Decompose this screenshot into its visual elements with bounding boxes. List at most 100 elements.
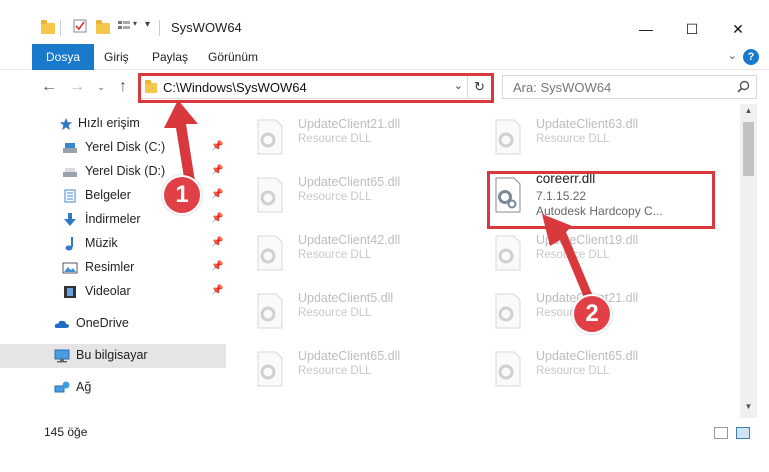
- tab-home[interactable]: Giriş: [90, 44, 143, 70]
- tab-view[interactable]: Görünüm: [194, 44, 272, 70]
- address-highlight-box: [138, 73, 494, 103]
- videos-icon: [64, 286, 76, 298]
- file-name: UpdateClient65.dll: [298, 175, 401, 189]
- dll-file-icon: [495, 351, 521, 387]
- tiles-view-icon[interactable]: [736, 427, 750, 439]
- file-item[interactable]: UpdateClient19.dll Resource DLL: [464, 226, 694, 276]
- sidebar-item-label: Belgeler: [85, 188, 131, 202]
- file-type: Resource DLL: [536, 365, 610, 377]
- pin-icon[interactable]: 📌: [211, 237, 223, 248]
- file-item[interactable]: UpdateClient65.dll Resource DLL: [464, 342, 694, 392]
- dll-file-icon: [495, 235, 521, 271]
- file-type: Resource DLL: [536, 249, 610, 261]
- search-icon[interactable]: [737, 80, 750, 93]
- sidebar-item-videos[interactable]: Videolar 📌: [0, 280, 226, 304]
- sidebar-item-label: Yerel Disk (D:): [85, 164, 166, 178]
- star-icon: [59, 117, 73, 131]
- tab-file[interactable]: Dosya: [32, 44, 95, 70]
- tab-share[interactable]: Paylaş: [138, 44, 202, 70]
- file-item[interactable]: UpdateClient65.dll Resource DLL: [226, 168, 456, 218]
- qa-dropdown-icon[interactable]: ▾: [133, 19, 137, 28]
- ribbon-tabs: Dosya Giriş Paylaş Görünüm ⌄ ?: [0, 44, 769, 70]
- search-input[interactable]: Ara: SysWOW64: [502, 75, 757, 99]
- pin-icon[interactable]: 📌: [211, 261, 223, 272]
- scroll-down-icon[interactable]: ▼: [740, 402, 757, 416]
- folder-icon: [41, 20, 55, 34]
- file-type: Resource DLL: [298, 133, 372, 145]
- collapse-ribbon-icon[interactable]: ⌄: [728, 49, 737, 62]
- pictures-icon: [62, 262, 78, 274]
- sidebar-item-music[interactable]: Müzik 📌: [0, 232, 226, 256]
- file-type: Resource DLL: [298, 307, 372, 319]
- navigation-pane: Hızlı erişim Yerel Disk (C:) 📌 Yerel Dis…: [0, 104, 226, 418]
- pin-icon[interactable]: 📌: [211, 141, 223, 152]
- title-bar: ▾ ▾ SysWOW64 — ☐ ✕: [0, 0, 769, 44]
- scroll-thumb[interactable]: [743, 122, 754, 176]
- window-title: SysWOW64: [171, 20, 242, 35]
- sidebar-item-label: Müzik: [85, 236, 118, 250]
- dll-file-icon: [257, 119, 283, 155]
- minimize-button[interactable]: —: [623, 14, 669, 44]
- file-item[interactable]: UpdateClient21.dll Resource DLL: [226, 110, 456, 160]
- download-icon: [64, 213, 76, 226]
- sidebar-item-label: Ağ: [76, 380, 92, 394]
- file-item[interactable]: UpdateClient63.dll Resource DLL: [464, 110, 694, 160]
- file-name: UpdateClient65.dll: [298, 349, 401, 363]
- file-name: UpdateClient63.dll: [536, 117, 639, 131]
- sidebar-item-onedrive[interactable]: OneDrive: [0, 312, 226, 336]
- recent-locations-icon[interactable]: ⌄: [90, 76, 112, 98]
- dll-file-icon: [495, 293, 521, 329]
- pin-icon[interactable]: 📌: [211, 213, 223, 224]
- file-item[interactable]: UpdateClient42.dll Resource DLL: [226, 226, 456, 276]
- file-list: UpdateClient21.dll Resource DLL UpdateCl…: [226, 104, 740, 418]
- close-button[interactable]: ✕: [715, 14, 761, 44]
- vertical-scrollbar[interactable]: ▲ ▼: [740, 104, 757, 418]
- file-name: UpdateClient21.dll: [298, 117, 401, 131]
- new-folder-icon[interactable]: [96, 20, 110, 34]
- customize-toolbar-icon[interactable]: ▾: [145, 19, 150, 30]
- sidebar-item-disk-c[interactable]: Yerel Disk (C:) 📌: [0, 136, 226, 160]
- separator: [159, 20, 160, 36]
- pin-icon[interactable]: 📌: [211, 165, 223, 176]
- onedrive-icon: [54, 320, 69, 328]
- dll-file-icon: [257, 235, 283, 271]
- sidebar-item-network[interactable]: Ağ: [0, 376, 226, 400]
- computer-icon: [54, 349, 70, 363]
- view-options-icon[interactable]: [117, 19, 131, 33]
- sidebar-item-label: Yerel Disk (C:): [85, 140, 166, 154]
- file-name: UpdateClient65.dll: [536, 349, 639, 363]
- file-item[interactable]: UpdateClient65.dll Resource DLL: [226, 342, 456, 392]
- forward-button[interactable]: →: [66, 76, 88, 98]
- properties-icon[interactable]: [73, 19, 87, 33]
- pin-icon[interactable]: 📌: [211, 285, 223, 296]
- sidebar-item-label: Bu bilgisayar: [76, 348, 148, 362]
- sidebar-item-label: Hızlı erişim: [78, 116, 140, 130]
- scroll-up-icon[interactable]: ▲: [740, 106, 757, 120]
- dll-file-icon: [257, 293, 283, 329]
- step-marker-2: 2: [572, 294, 612, 334]
- file-type: Resource DLL: [298, 191, 372, 203]
- sidebar-item-quick-access[interactable]: Hızlı erişim: [0, 112, 226, 136]
- dll-file-icon: [257, 177, 283, 213]
- file-name: UpdateClient5.dll: [298, 291, 394, 305]
- help-icon[interactable]: ?: [743, 49, 759, 65]
- details-view-icon[interactable]: [714, 427, 728, 439]
- up-button[interactable]: ↑: [112, 76, 134, 98]
- pin-icon[interactable]: 📌: [211, 189, 223, 200]
- sidebar-item-pictures[interactable]: Resimler 📌: [0, 256, 226, 280]
- sidebar-item-label: Videolar: [85, 284, 131, 298]
- sidebar-item-label: OneDrive: [76, 316, 129, 330]
- file-item[interactable]: UpdateClient5.dll Resource DLL: [226, 284, 456, 334]
- sidebar-item-label: İndirmeler: [85, 212, 141, 226]
- back-button[interactable]: ←: [38, 76, 60, 98]
- maximize-button[interactable]: ☐: [669, 14, 715, 44]
- status-bar: 145 öğe: [0, 418, 769, 448]
- drive-icon: [63, 168, 77, 177]
- file-name: UpdateClient42.dll: [298, 233, 401, 247]
- step-marker-1: 1: [162, 175, 202, 215]
- sidebar-item-label: Resimler: [85, 260, 135, 274]
- dll-file-icon: [257, 351, 283, 387]
- separator: [60, 20, 61, 36]
- file-type: Resource DLL: [536, 133, 610, 145]
- sidebar-item-this-pc[interactable]: Bu bilgisayar: [0, 344, 226, 368]
